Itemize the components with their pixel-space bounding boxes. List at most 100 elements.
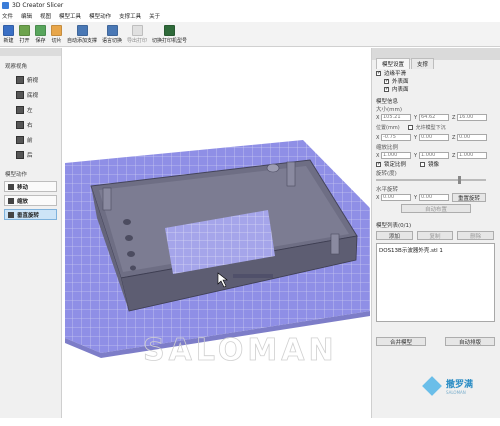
view-right-button[interactable]: 右 bbox=[16, 119, 61, 130]
outer-surface-row[interactable]: 外表面 bbox=[376, 77, 498, 85]
cube-icon bbox=[16, 120, 24, 129]
inner-surface-checkbox[interactable] bbox=[384, 86, 389, 92]
add-model-button[interactable]: 添加 bbox=[376, 231, 413, 240]
left-panel-header bbox=[0, 48, 61, 56]
position-y-field[interactable]: 0.00 bbox=[419, 134, 449, 141]
printer-switch-button[interactable]: 切换打印机型号 bbox=[152, 22, 187, 44]
scale-label: 缩放 bbox=[17, 198, 29, 205]
language-label: 语言切换 bbox=[102, 38, 123, 44]
watermark-text: SALOMAN bbox=[143, 333, 338, 368]
settings-tabs: 模型设置 支撑 bbox=[376, 58, 435, 69]
allow-below-label: 允许模型下沉 bbox=[415, 125, 446, 131]
auto-support-button[interactable]: 自动添加支撑 bbox=[67, 22, 97, 44]
outer-surface-checkbox[interactable] bbox=[384, 78, 389, 84]
logo-cube-icon bbox=[422, 376, 442, 396]
copy-model-button[interactable]: 复制 bbox=[416, 231, 454, 240]
logo-subtitle: SALOMAN bbox=[446, 390, 466, 395]
printer-switch-label: 切换打印机型号 bbox=[152, 38, 188, 44]
view-left-label: 左 bbox=[27, 107, 33, 114]
export-print-button[interactable]: 导出打印 bbox=[127, 22, 147, 44]
view-back-label: 后 bbox=[27, 152, 33, 159]
auto-layout-button[interactable]: 自动布置 bbox=[401, 204, 471, 213]
model-list-actions: 合并模型 自动排版 bbox=[376, 337, 495, 346]
model-info-title: 模型信息 bbox=[376, 99, 399, 105]
position-z-field[interactable]: 0.00 bbox=[457, 134, 487, 141]
position-label: 位置(mm) bbox=[376, 125, 400, 131]
view-top-label: 俯视 bbox=[27, 77, 39, 84]
slider-knob[interactable] bbox=[458, 176, 461, 184]
position-header-row: 位置(mm) 允许模型下沉 bbox=[376, 123, 498, 132]
brand-logo: 撒罗满 SALOMAN bbox=[422, 376, 473, 396]
rotate-slider[interactable] bbox=[376, 176, 486, 184]
auto-support-icon bbox=[76, 25, 88, 36]
open-button[interactable]: 打开 bbox=[19, 22, 30, 44]
mirror-checkbox[interactable] bbox=[420, 161, 426, 167]
view-top-button[interactable]: 俯视 bbox=[16, 74, 61, 85]
save-label: 保存 bbox=[35, 38, 46, 44]
view-front-button[interactable]: 前 bbox=[16, 134, 61, 145]
reset-rotate-button[interactable]: 重置旋转 bbox=[452, 193, 486, 202]
left-panel: 观察视角 俯视 底视 左 右 前 后 模型动作 移动 缩放 垂直旋转 bbox=[0, 48, 62, 418]
edge-smooth-row[interactable]: 边缘平滑 bbox=[376, 69, 498, 77]
outer-surface-label: 外表面 bbox=[392, 79, 409, 85]
menu-model-tools[interactable]: 模型工具 bbox=[57, 12, 87, 20]
new-file-icon bbox=[3, 25, 14, 36]
menu-file[interactable]: 文件 bbox=[0, 12, 19, 20]
menu-bar: 文件 编辑 视图 模型工具 模型动作 支撑工具 关于 bbox=[0, 11, 500, 21]
inner-surface-label: 内表面 bbox=[392, 87, 409, 93]
viewport-scene: SALOMAN bbox=[65, 140, 370, 368]
rotate-y-field[interactable]: 0.00 bbox=[419, 194, 449, 201]
save-button[interactable]: 保存 bbox=[35, 22, 46, 44]
slice-label: 切片 bbox=[51, 38, 62, 44]
export-print-label: 导出打印 bbox=[127, 38, 148, 44]
cube-icon bbox=[16, 150, 24, 159]
view-left-button[interactable]: 左 bbox=[16, 104, 61, 115]
view-back-button[interactable]: 后 bbox=[16, 149, 61, 160]
scale-button[interactable]: 缩放 bbox=[4, 195, 57, 206]
allow-below-checkbox[interactable] bbox=[407, 125, 413, 130]
inner-surface-row[interactable]: 内表面 bbox=[376, 85, 498, 93]
rotate-label: 旋转(度) bbox=[376, 171, 397, 177]
auto-arrange-button[interactable]: 自动排版 bbox=[445, 337, 495, 346]
export-print-icon bbox=[131, 25, 143, 36]
save-icon bbox=[35, 25, 46, 36]
scale-z-field[interactable]: 1.000 bbox=[457, 152, 487, 159]
tab-support[interactable]: 支撑 bbox=[411, 58, 435, 69]
view-bottom-button[interactable]: 底视 bbox=[16, 89, 61, 100]
scale-x-field[interactable]: 1.000 bbox=[381, 152, 411, 159]
model-list[interactable]: DOS13B示波器外壳.stl 1 bbox=[376, 243, 495, 322]
horizontal-rotate-label: 水平旋转 bbox=[376, 187, 399, 193]
printer-switch-icon bbox=[164, 25, 176, 36]
move-icon bbox=[8, 183, 14, 190]
menu-model-actions[interactable]: 模型动作 bbox=[87, 12, 117, 20]
view-bottom-label: 底视 bbox=[27, 92, 39, 99]
vertical-rotate-button[interactable]: 垂直旋转 bbox=[4, 209, 57, 220]
menu-about[interactable]: 关于 bbox=[147, 12, 166, 20]
lock-ratio-checkbox[interactable] bbox=[376, 161, 381, 167]
language-button[interactable]: 语言切换 bbox=[102, 22, 122, 44]
new-button[interactable]: 新建 bbox=[3, 22, 14, 44]
rotate-x-field[interactable]: 0.00 bbox=[381, 194, 411, 201]
move-button[interactable]: 移动 bbox=[4, 181, 57, 192]
menu-support-tools[interactable]: 支撑工具 bbox=[117, 12, 147, 20]
merge-model-button[interactable]: 合并模型 bbox=[376, 337, 426, 346]
3d-viewport[interactable]: SALOMAN bbox=[63, 48, 370, 418]
delete-model-button[interactable]: 删除 bbox=[457, 231, 495, 240]
action-group-title: 模型动作 bbox=[5, 172, 28, 178]
menu-view[interactable]: 视图 bbox=[38, 12, 57, 20]
list-item[interactable]: DOS13B示波器外壳.stl 1 bbox=[379, 246, 492, 254]
edge-smooth-checkbox[interactable] bbox=[376, 70, 381, 76]
menu-edit[interactable]: 编辑 bbox=[19, 12, 38, 20]
tab-model-settings[interactable]: 模型设置 bbox=[376, 58, 411, 69]
slice-icon bbox=[51, 25, 62, 36]
auto-support-label: 自动添加支撑 bbox=[67, 38, 98, 44]
open-label: 打开 bbox=[19, 38, 30, 44]
scale-y-field[interactable]: 1.000 bbox=[419, 152, 449, 159]
language-icon bbox=[106, 25, 118, 36]
mirror-label: 镜像 bbox=[428, 162, 440, 168]
slice-button[interactable]: 切片 bbox=[51, 22, 62, 44]
scale-row: X 1.000 Y 1.000 Z 1.000 bbox=[376, 151, 498, 160]
scale-label: 缩放比例 bbox=[376, 145, 399, 151]
size-x-field: 105.21 bbox=[381, 114, 411, 121]
position-x-field[interactable]: -0.75 bbox=[381, 134, 411, 141]
